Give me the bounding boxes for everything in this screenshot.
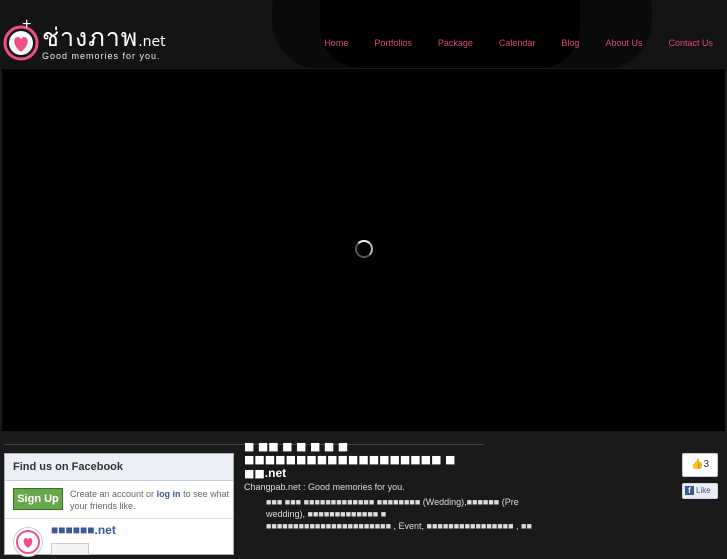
nav-blog[interactable]: Blog bbox=[561, 38, 579, 48]
about-desc-line-1: ■■■ ■■■ ■■■■■■■■■■■■■ ■■■■■■■■ (Wedding)… bbox=[266, 497, 519, 507]
about-section: ■ ■■ ■ ■ ■ ■ ■ ■■■■■■■■■■■■■■■■■■■ ■ ■■.… bbox=[244, 440, 674, 532]
about-desc-line-3: ■■■■■■■■■■■■■■■■■■■■■■■ , Event, ■■■■■■■… bbox=[266, 521, 532, 531]
logo-tagline: Good memories for you. bbox=[42, 51, 161, 61]
facebook-text-before: Create an account or bbox=[70, 489, 157, 499]
main-nav: Home Portfolios Package Calendar Blog Ab… bbox=[298, 38, 713, 48]
facebook-login-link[interactable]: log in bbox=[157, 489, 181, 499]
about-heading-line-2: ■■■■■■■■■■■■■■■■■■■ ■ bbox=[244, 453, 456, 466]
thumbs-up-icon: 👍 bbox=[690, 459, 704, 470]
like-label: Like bbox=[696, 486, 711, 495]
nav-about-us[interactable]: About Us bbox=[605, 38, 642, 48]
like-count: 3 bbox=[703, 459, 709, 470]
logo-suffix: .net bbox=[138, 34, 166, 50]
about-desc-line-2: wedding), ■■■■■■■■■■■■■ ■ bbox=[266, 509, 387, 519]
about-heading-line-1: ■ ■■ ■ ■ ■ ■ ■ bbox=[244, 440, 349, 453]
nav-portfolios[interactable]: Portfolios bbox=[374, 38, 412, 48]
heart-logo-icon bbox=[3, 25, 39, 61]
facebook-signup-text: Create an account or log in to see what … bbox=[70, 488, 230, 512]
facebook-like-button[interactable]: f Like bbox=[682, 483, 718, 499]
plus-icon: + bbox=[22, 16, 32, 33]
nav-package[interactable]: Package bbox=[438, 38, 473, 48]
nav-contact-us[interactable]: Contact Us bbox=[668, 38, 713, 48]
about-title: ■■.net bbox=[244, 466, 674, 480]
about-title-boxes: ■■ bbox=[244, 467, 265, 480]
loading-spinner-icon bbox=[355, 240, 373, 258]
page-avatar-icon[interactable] bbox=[13, 527, 43, 557]
header: + ช่างภาพ.net Good memories for you. Hom… bbox=[0, 0, 727, 68]
like-count-box: 👍3 bbox=[682, 453, 718, 477]
slideshow[interactable] bbox=[2, 69, 725, 431]
nav-home[interactable]: Home bbox=[324, 38, 348, 48]
about-description: ■■■ ■■■ ■■■■■■■■■■■■■ ■■■■■■■■ (Wedding)… bbox=[244, 496, 674, 532]
facebook-like-box: Find us on Facebook Sign Up Create an ac… bbox=[4, 453, 234, 557]
logo-thai-text: ช่างภาพ bbox=[42, 23, 139, 52]
header-decoration-inner bbox=[320, 0, 580, 68]
facebook-box-title: Find us on Facebook bbox=[5, 454, 233, 481]
about-title-suffix: .net bbox=[264, 466, 287, 480]
site-logo[interactable]: + ช่างภาพ.net Good memories for you. bbox=[0, 16, 200, 62]
facebook-page-row: ■■■■■■.net bbox=[5, 518, 233, 559]
facebook-page-name[interactable]: ■■■■■■.net bbox=[51, 523, 116, 537]
facebook-icon: f bbox=[685, 486, 694, 495]
about-tagline: Changpab.net : Good memories for you. bbox=[244, 482, 405, 492]
nav-calendar[interactable]: Calendar bbox=[499, 38, 536, 48]
facebook-signup-button[interactable]: Sign Up bbox=[13, 488, 63, 510]
